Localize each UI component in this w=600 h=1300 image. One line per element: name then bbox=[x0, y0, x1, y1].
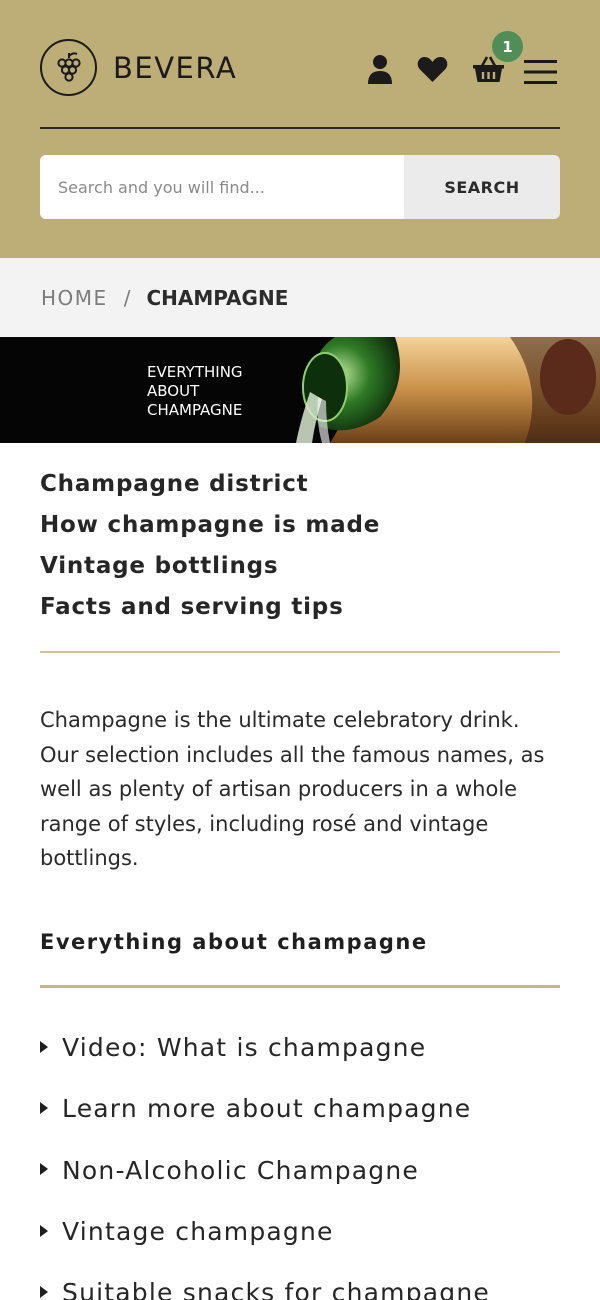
caret-right-icon bbox=[40, 1163, 48, 1176]
site-header: BEVERA 1 SEARCH bbox=[0, 0, 600, 258]
champagne-banner[interactable]: EVERYTHING ABOUT CHAMPAGNE bbox=[0, 337, 600, 443]
list-item[interactable]: Vintage champagne bbox=[40, 1201, 560, 1262]
banner-line-3: CHAMPAGNE bbox=[147, 401, 243, 419]
breadcrumb-current: CHAMPAGNE bbox=[146, 285, 289, 310]
list-item-label: Learn more about champagne bbox=[62, 1094, 472, 1124]
subnav-divider bbox=[40, 651, 560, 653]
caret-right-icon bbox=[40, 1101, 48, 1114]
section-divider bbox=[40, 985, 560, 988]
banner-line-2: ABOUT bbox=[147, 382, 200, 400]
list-item[interactable]: Video: What is champagne bbox=[40, 1017, 560, 1078]
menu-icon[interactable] bbox=[524, 59, 557, 85]
search-button[interactable]: SEARCH bbox=[404, 155, 560, 219]
champagne-bottle-image bbox=[296, 337, 600, 443]
caret-right-icon bbox=[40, 1285, 48, 1298]
intro-text: Champagne is the ultimate celebratory dr… bbox=[40, 708, 545, 871]
list-item-label: Suitable snacks for champagne bbox=[62, 1278, 490, 1300]
section-title: Everything about champagne bbox=[40, 930, 428, 954]
heart-icon[interactable] bbox=[417, 55, 448, 83]
search-bar: SEARCH bbox=[40, 155, 560, 219]
banner-line-1: EVERYTHING bbox=[147, 363, 243, 381]
subnav-link-facts-and-serving-tips[interactable]: Facts and serving tips bbox=[40, 587, 560, 628]
cart-count-badge: 1 bbox=[492, 31, 523, 62]
breadcrumb: HOME / CHAMPAGNE bbox=[0, 258, 600, 337]
banner-caption: EVERYTHING ABOUT CHAMPAGNE bbox=[147, 363, 243, 420]
brand-logo[interactable]: BEVERA bbox=[40, 39, 237, 96]
caret-right-icon bbox=[40, 1040, 48, 1053]
brand-name: BEVERA bbox=[113, 50, 238, 85]
subnav-link-vintage-bottlings[interactable]: Vintage bottlings bbox=[40, 546, 560, 587]
list-item[interactable]: Non-Alcoholic Champagne bbox=[40, 1140, 560, 1201]
list-item-label: Video: What is champagne bbox=[62, 1033, 427, 1063]
header-divider bbox=[40, 127, 560, 129]
subnav: Champagne district How champagne is made… bbox=[40, 464, 560, 628]
subnav-link-how-champagne-is-made[interactable]: How champagne is made bbox=[40, 505, 560, 546]
caret-right-icon bbox=[40, 1224, 48, 1237]
list-item-label: Vintage champagne bbox=[62, 1217, 334, 1247]
breadcrumb-home-link[interactable]: HOME bbox=[41, 286, 108, 310]
list-item[interactable]: Learn more about champagne bbox=[40, 1078, 560, 1139]
search-input[interactable] bbox=[40, 155, 404, 219]
list-item[interactable]: Suitable snacks for champagne bbox=[40, 1262, 560, 1300]
champagne-link-list: Video: What is champagne Learn more abou… bbox=[40, 1017, 560, 1300]
subnav-link-champagne-district[interactable]: Champagne district bbox=[40, 464, 560, 505]
list-item-label: Non-Alcoholic Champagne bbox=[62, 1155, 419, 1185]
grape-logo-icon bbox=[40, 39, 97, 96]
account-icon[interactable] bbox=[366, 54, 394, 84]
breadcrumb-separator: / bbox=[123, 285, 131, 310]
